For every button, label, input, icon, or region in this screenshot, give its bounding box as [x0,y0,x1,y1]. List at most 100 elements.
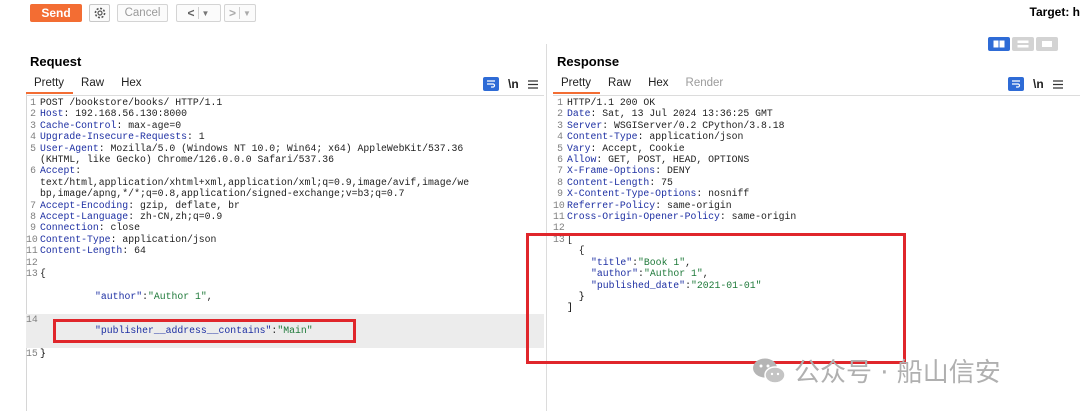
line-number: 1 [30,97,36,108]
line-number: 5 [30,142,36,154]
send-button[interactable]: Send [30,4,82,22]
tab-pretty[interactable]: Pretty [26,74,74,94]
header-value: : gzip, deflate, br [128,199,240,211]
tab-raw[interactable]: Raw [600,74,640,94]
chevron-down-icon[interactable]: ▼ [202,9,210,18]
request-tools: \n [483,75,538,93]
back-button[interactable]: < ▼ [176,4,221,22]
line-number: 9 [30,222,36,234]
header-name: Accept [40,165,76,177]
header-name: Referrer-Policy [567,199,656,211]
header-value: : application/json [637,131,744,143]
menu-icon[interactable] [1052,79,1063,89]
code-line: 1 HTTP/1.1 200 OK [553,97,1080,108]
settings-button[interactable] [89,4,110,22]
code-text: bp,image/apng,*/*;q=0.8,application/sign… [40,188,544,199]
code-line: 11 Content-Length: 64 [26,245,544,256]
header-value: : application/json [110,233,217,245]
word-wrap-button[interactable] [1008,77,1024,91]
header-name: Allow [567,154,597,166]
line-number [26,154,40,165]
header-value: : 1 [186,131,205,143]
code-line: 5 Vary: Accept, Cookie [553,143,1080,154]
line-number [26,280,40,314]
code-line: (KHTML, like Gecko) Chrome/126.0.0.0 Saf… [26,154,544,165]
code-text: (KHTML, like Gecko) Chrome/126.0.0.0 Saf… [40,154,544,165]
highlight-box-request [53,319,356,343]
wechat-icon [753,358,786,384]
response-tools: \n [1008,75,1063,93]
header-name: Cache-Control [40,119,117,131]
line-number: 3 [557,119,563,131]
header-value: : Mozilla/5.0 (Windows NT 10.0; Win64; x… [98,142,464,154]
code-text: Allow: GET, POST, HEAD, OPTIONS [567,154,1080,165]
code-line: 4 Content-Type: application/json [553,131,1080,142]
code-text: Upgrade-Insecure-Requests: 1 [40,131,544,142]
line-number: 3 [30,119,36,131]
chevron-down-icon[interactable]: ▼ [243,9,251,18]
cancel-button[interactable]: Cancel [117,4,168,22]
code-line: 6 Accept: [26,165,544,176]
tab-render[interactable]: Render [678,74,733,94]
line-number: 1 [557,97,563,108]
header-value: : WSGIServer/0.2 CPython/3.8.18 [602,119,785,131]
line-number: 6 [30,165,36,177]
code-line: 8 Content-Length: 75 [553,177,1080,188]
target-label[interactable]: Target: h [1030,5,1080,19]
word-wrap-button[interactable] [483,77,499,91]
request-tabs: Pretty Raw Hex [26,74,151,94]
line-number: 6 [557,154,563,166]
code-text: { [40,268,544,279]
code-line: 9 Connection: close [26,222,544,233]
line-number: 9 [557,188,563,200]
tab-pretty[interactable]: Pretty [553,74,601,94]
code-text: Content-Length: 75 [567,177,1080,188]
header-name: Vary [567,142,591,154]
code-line: 15 } [26,348,544,359]
menu-icon[interactable] [527,79,538,89]
code-text: Cross-Origin-Opener-Policy: same-origin [567,211,1080,222]
tab-hex[interactable]: Hex [113,74,150,94]
forward-arrow-label: > [229,6,237,20]
line-number: 8 [30,211,36,223]
line-number: 2 [557,108,563,120]
code-line: "author":"Author 1", [26,280,544,314]
header-value: : DENY [655,165,691,177]
code-text: Referrer-Policy: same-origin [567,200,1080,211]
toolbar: Send Cancel < ▼ > ▼ Target: h [0,0,1080,26]
tab-raw[interactable]: Raw [73,74,113,94]
header-value: : zh-CN,zh;q=0.9 [128,211,223,223]
line-number: 14 [26,313,38,325]
header-value: text/html,application/xhtml+xml,applicat… [40,176,470,188]
line-number: 11 [26,245,38,257]
separator [197,7,199,19]
header-name: POST /bookstore/books/ HTTP/1.1 [40,97,223,108]
forward-button[interactable]: > ▼ [224,4,256,22]
header-value: : 192.168.56.130:8000 [63,108,187,120]
code-text: X-Content-Type-Options: nosniff [567,188,1080,199]
header-value: : 64 [122,245,146,257]
header-name: Accept-Encoding [40,199,129,211]
line-number: 5 [557,142,563,154]
code-text: Connection: close [40,222,544,233]
line-number: 7 [557,165,563,177]
header-value: : max-age=0 [116,119,182,131]
code-text: HTTP/1.1 200 OK [567,97,1080,108]
newline-toggle[interactable]: \n [508,77,519,91]
line-number: 12 [26,256,38,268]
code-line: 13{ [26,268,544,279]
header-value: : Accept, Cookie [590,142,685,154]
json-punct: , [206,290,213,302]
code-line: 8 Accept-Language: zh-CN,zh;q=0.9 [26,211,544,222]
code-text: User-Agent: Mozilla/5.0 (Windows NT 10.0… [40,143,544,154]
code-text: Server: WSGIServer/0.2 CPython/3.8.18 [567,120,1080,131]
line-number: 10 [553,199,565,211]
tab-hex[interactable]: Hex [640,74,677,94]
request-pane: Request Pretty Raw Hex \n 1 POST /booksto… [26,44,544,411]
code-line: 3 Cache-Control: max-age=0 [26,120,544,131]
code-line: 5 User-Agent: Mozilla/5.0 (Windows NT 10.… [26,143,544,154]
newline-toggle[interactable]: \n [1033,77,1044,91]
line-number: 15 [26,347,38,359]
code-text: Content-Length: 64 [40,245,544,256]
json-key: "author" [95,290,143,302]
